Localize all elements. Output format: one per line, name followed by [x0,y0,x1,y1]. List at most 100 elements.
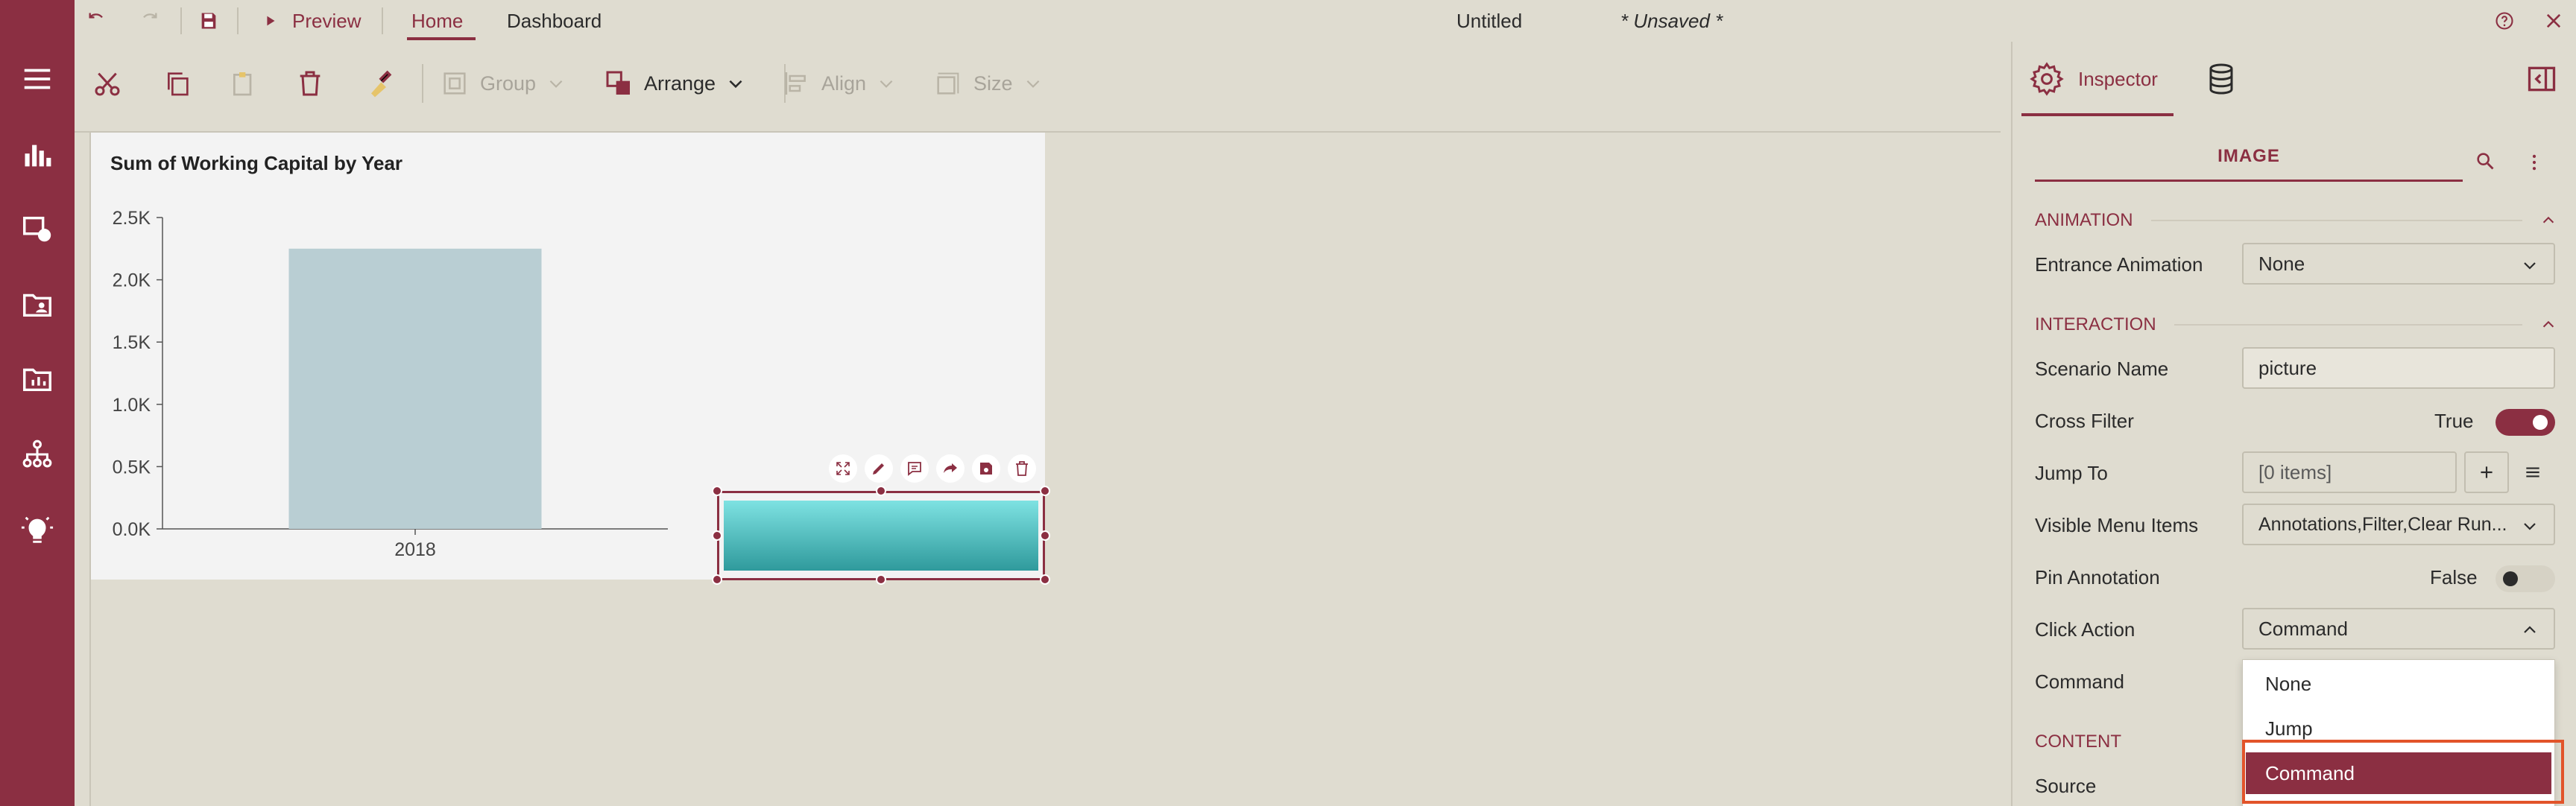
click-action-select[interactable]: Command [2242,608,2555,650]
group-button[interactable]: Group [440,63,566,104]
shapes-icon[interactable] [16,209,58,250]
section-content-label: CONTENT [2035,732,2121,752]
size-button[interactable]: Size [933,63,1043,104]
chevron-down-icon [880,80,893,88]
chevron-down-icon [549,80,563,88]
hamburger-menu-icon[interactable] [16,58,58,100]
add-jump-button[interactable] [2464,451,2509,493]
resize-handle[interactable] [712,530,722,541]
document-title: Untitled [1456,9,1523,32]
undo-icon[interactable] [86,0,107,42]
edit-icon[interactable] [865,454,893,483]
image-tab[interactable]: IMAGE [2035,146,2463,182]
visible-menu-items-label: Visible Menu Items [2035,514,2199,536]
chevron-down-icon [729,80,742,89]
chevron-up-icon [2542,216,2554,223]
jump-to-input[interactable]: [0 items] [2242,451,2457,493]
folder-chart-icon[interactable] [16,358,58,399]
tab-inspector-underline [2021,113,2174,116]
visible-menu-items-select[interactable]: Annotations,Filter,Clear Run... [2242,504,2555,545]
resize-handle[interactable] [712,486,722,496]
resize-handle[interactable] [712,574,722,585]
click-action-value: Command [2258,617,2348,640]
copy-icon[interactable] [162,63,192,104]
play-icon [267,16,275,26]
bar-chart-icon[interactable] [16,134,58,176]
resize-handle[interactable] [1040,574,1050,585]
trash-icon[interactable] [1008,454,1036,483]
paste-icon[interactable] [228,63,258,104]
toggle-knob [2503,571,2518,586]
entrance-animation-label: Entrance Animation [2035,253,2203,276]
comment-icon[interactable] [900,454,929,483]
more-options-icon[interactable] [2524,152,2545,173]
scenario-name-input[interactable]: picture [2242,347,2555,389]
y-tick-label: 0.5K [113,457,151,477]
close-icon[interactable] [2543,0,2564,42]
section-interaction-label: INTERACTION [2035,314,2156,334]
top-menu-bar: Preview Home Dashboard Untitled * Unsave… [75,0,2576,42]
scenario-name-label: Scenario Name [2035,358,2169,380]
align-label: Align [821,72,867,95]
arrange-button[interactable]: Arrange [604,63,745,104]
help-icon[interactable] [2494,0,2515,42]
tab-dashboard[interactable]: Dashboard [507,0,602,42]
save-icon[interactable] [198,0,219,42]
inspector-label: Inspector [2078,67,2158,90]
component-mini-toolbar [829,454,1036,483]
delete-icon[interactable] [295,63,325,104]
chevron-down-icon [1026,80,1039,88]
list-jump-button[interactable] [2510,451,2555,493]
share-icon[interactable] [936,454,965,483]
format-painter-icon[interactable] [364,63,394,104]
cut-icon[interactable] [92,63,122,104]
y-tick-label: 1.0K [113,395,151,416]
collapse-panel-icon[interactable] [2525,42,2558,116]
y-tick-label: 2.0K [113,270,151,291]
dropdown-option-none[interactable]: None [2246,663,2551,705]
selected-image-component[interactable] [717,491,1045,580]
preview-button[interactable]: Preview [262,0,361,42]
source-label: Source [2035,775,2097,797]
pin-annotation-label: Pin Annotation [2035,566,2160,588]
align-button[interactable]: Align [781,63,896,104]
redo-icon[interactable] [139,0,160,42]
image-fill [724,501,1038,571]
chevron-down-icon [2524,523,2536,530]
section-animation[interactable]: ANIMATION [2035,210,2557,231]
hierarchy-icon[interactable] [16,434,58,475]
y-tick-label: 1.5K [113,332,151,353]
resize-handle[interactable] [876,574,886,585]
lightbulb-icon[interactable] [16,510,58,551]
pin-annotation-toggle[interactable] [2496,565,2555,592]
preview-label: Preview [292,9,362,32]
list-icon [2526,467,2539,477]
cross-filter-toggle[interactable] [2496,409,2555,436]
x-tick-label: 2018 [394,539,436,560]
folder-users-icon[interactable] [16,283,58,325]
resize-handle[interactable] [1040,486,1050,496]
divider [422,64,423,103]
bar [288,248,542,529]
highlight-box [2242,740,2564,804]
jump-to-label: Jump To [2035,462,2108,484]
group-icon [443,72,466,95]
inspector-panel: Inspector IMAGE ANIMATION Entrance Anima… [2011,42,2576,806]
gear-icon [2030,62,2064,96]
resize-handle[interactable] [876,486,886,496]
tab-data-source[interactable] [2203,42,2239,116]
tab-inspector[interactable]: Inspector [2029,42,2158,116]
arrange-icon [606,71,630,95]
section-animation-label: ANIMATION [2035,210,2133,230]
expand-icon[interactable] [829,454,857,483]
size-icon [937,72,959,95]
search-icon[interactable] [2475,150,2496,171]
align-icon [785,72,806,95]
resize-handle[interactable] [1040,530,1050,541]
tab-home[interactable]: Home [411,0,463,42]
entrance-animation-select[interactable]: None [2242,243,2555,285]
section-interaction[interactable]: INTERACTION [2035,314,2557,335]
save-data-icon[interactable] [972,454,1000,483]
toolbar: Group Arrange Align Size [75,42,2011,131]
tab-home-underline [407,37,476,40]
